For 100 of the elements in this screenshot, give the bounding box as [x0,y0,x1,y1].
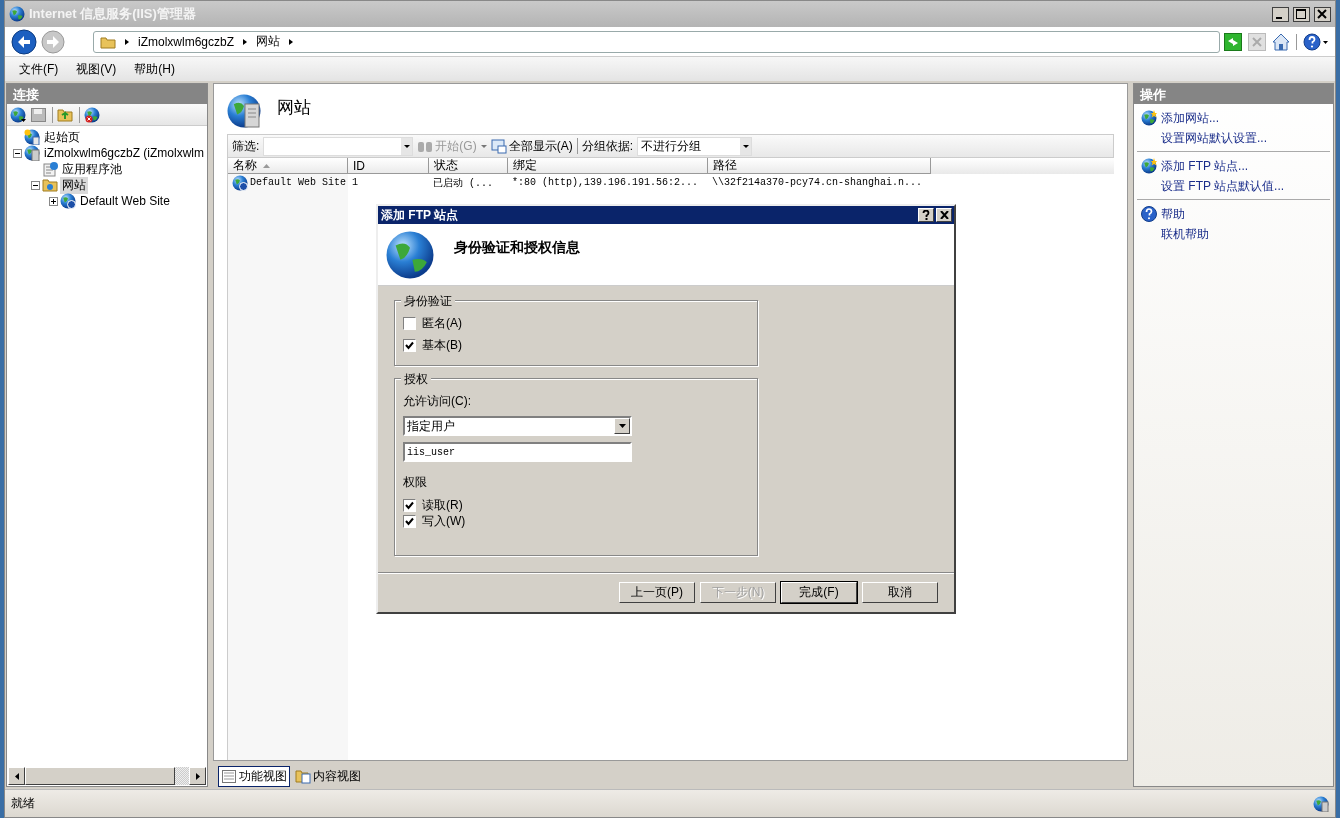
filter-field[interactable] [263,136,414,156]
help-icon [1141,206,1157,222]
action-link[interactable]: 设置 FTP 站点默认值... [1161,177,1285,195]
view-tab[interactable]: 内容视图 [292,765,364,787]
column-header[interactable]: 绑定 [508,158,708,174]
page-title: 网站 [277,97,311,119]
menu-item[interactable]: 帮助(H) [134,60,175,78]
document-folder-icon [295,768,311,784]
checkbox[interactable] [403,514,416,528]
close-button[interactable] [1314,6,1331,22]
checkbox[interactable] [403,316,416,330]
tree-item[interactable]: Default Web Site [78,194,172,208]
help-button[interactable] [918,208,934,222]
table-cell-text: *:80 (http),139.196.191.56:2... [511,177,700,188]
close-icon [939,211,949,219]
show-all-icon [490,138,507,154]
refresh-icon[interactable] [1224,32,1242,51]
server-icon [24,145,40,161]
list-view-icon [221,768,237,784]
dialog-button[interactable]: 取消 [862,582,938,603]
checkbox[interactable] [403,498,416,512]
globe-icon [386,230,434,279]
dialog-button[interactable]: 完成(F) [781,582,857,603]
expander-icon[interactable] [49,196,58,206]
scroll-right-icon[interactable] [195,772,200,780]
connect-icon [10,106,26,123]
folder-icon [100,34,116,49]
menu-item[interactable]: 文件(F) [19,60,59,78]
horizontal-scrollbar[interactable] [8,767,206,785]
add-globe-icon [1141,158,1157,174]
app-icon [9,6,25,22]
address-field[interactable]: iZmolxwlm6gczbZ 网站 [93,30,1220,53]
start-page-icon [24,129,40,145]
action-link[interactable]: 帮助 [1161,205,1185,223]
back-button[interactable] [11,28,37,55]
group-by-label: 分组依据: [581,137,633,155]
expander-icon[interactable] [13,148,22,158]
help-icon [922,210,930,220]
action-link[interactable]: 添加 FTP 站点... [1161,157,1249,175]
save-icon[interactable] [30,106,48,123]
access-select[interactable]: 指定用户 [403,416,632,436]
table-cell[interactable]: Default Web Site [228,174,348,191]
website-icon [60,193,76,209]
column-header[interactable]: 路径 [708,158,931,174]
help-icon[interactable] [1303,32,1329,51]
website-icon [232,174,248,191]
folder-up-icon[interactable] [57,106,75,123]
tree-item[interactable]: iZmolxwlm6gczbZ (iZmolxwlm [42,146,206,160]
user-input-field[interactable]: iis_user [403,442,632,462]
dropdown-arrow-icon [618,424,626,428]
tree-item[interactable]: 起始页 [42,128,82,146]
action-link[interactable]: 联机帮助 [1161,225,1209,243]
checkbox-label: 写入(W) [422,512,466,530]
disconnect-icon [84,106,100,123]
column-header[interactable]: ID [348,158,429,174]
checkbox-label: 匿名(A) [422,314,462,332]
dropdown-arrow-icon [403,144,410,148]
filter-label: 筛选: [232,137,260,155]
chevron-icon [242,37,248,46]
pane-header: 连接 [7,84,207,104]
show-all-button[interactable]: 全部显示(A) [490,137,573,155]
dialog-title: 添加 FTP 站点 [381,206,460,224]
column-header[interactable]: 名称 [228,158,348,174]
app-pool-icon [42,161,58,177]
window-title: Internet 信息服务(IIS)管理器 [29,5,197,23]
tree-item[interactable]: 网站 [60,176,88,194]
checkbox-label: 基本(B) [422,336,462,354]
status-text: 就绪 [11,795,35,812]
action-link[interactable]: 添加网站... [1161,109,1219,127]
maximize-button[interactable] [1293,6,1310,22]
dialog-button[interactable]: 上一页(P) [619,582,695,603]
table-cell-text: 已启动 (... [432,176,494,190]
chevron-icon [124,37,130,46]
breadcrumb-item[interactable]: iZmolxwlm6gczbZ [138,34,234,49]
view-tab[interactable]: 功能视图 [218,765,290,787]
scroll-left-icon[interactable] [14,772,19,780]
table-cell-text: \\32f214a370-pcy74.cn-shanghai.n... [711,177,924,188]
action-link[interactable]: 设置网站默认设置... [1161,129,1267,147]
minimize-button[interactable] [1272,6,1289,22]
column-header[interactable]: 状态 [429,158,508,174]
dropdown-arrow-icon[interactable] [480,144,487,148]
add-globe-icon [1141,110,1157,126]
menu-item[interactable]: 视图(V) [76,60,117,78]
dialog-heading: 身份验证和授权信息 [454,238,580,257]
table-cell-text: 1 [351,177,359,188]
permissions-label: 权限 [403,474,428,491]
binoculars-icon [417,139,434,153]
expander-icon[interactable] [31,180,40,190]
checkbox[interactable] [403,338,416,352]
group-by-select[interactable]: 不进行分组 [637,136,752,156]
websites-icon [227,94,261,128]
connection-status-icon [1313,795,1329,812]
breadcrumb-item[interactable]: 网站 [256,33,280,50]
home-icon[interactable] [1272,32,1290,51]
tree-item[interactable]: 应用程序池 [60,160,124,178]
checkmark-icon [405,340,414,350]
folder-icon [42,177,58,193]
field-label: 允许访问(C): [403,393,472,410]
pane-header: 操作 [1134,84,1333,104]
chevron-icon [288,37,294,46]
